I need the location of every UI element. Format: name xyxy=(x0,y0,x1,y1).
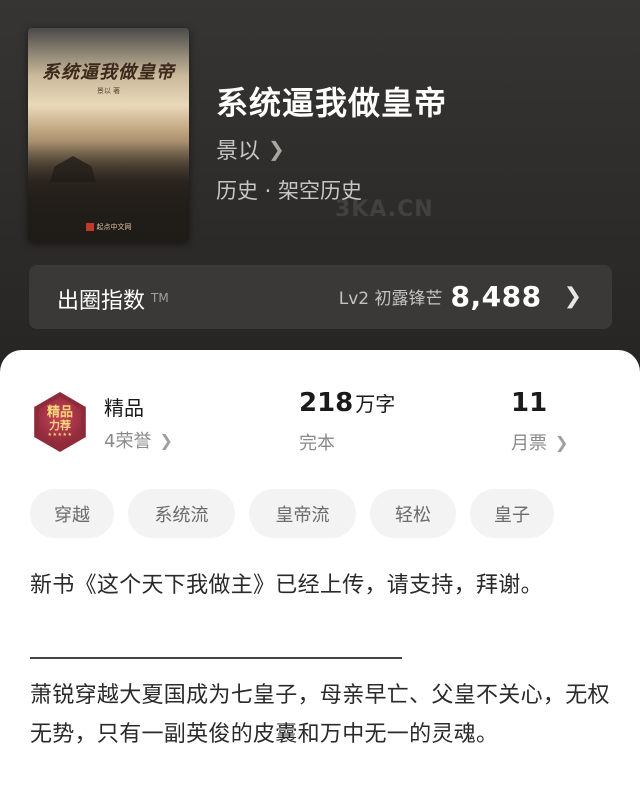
quality-title: 精品 xyxy=(104,396,144,420)
quality-badge-icon[interactable]: 精品 力荐 ★★★★★ xyxy=(34,392,86,452)
monthly-votes-count: 11 xyxy=(511,388,548,418)
chevron-right-icon: ❯ xyxy=(268,137,285,161)
author-name: 景以 xyxy=(216,139,261,164)
badge-line1: 精品 xyxy=(46,405,73,421)
tag-chip[interactable]: 系统流 xyxy=(128,489,235,538)
tag-chip[interactable]: 皇子 xyxy=(470,489,554,538)
badge-inner: 精品 力荐 ★★★★★ xyxy=(38,397,82,447)
badge-stars-icon: ★★★★★ xyxy=(47,431,73,438)
popularity-index-bar[interactable]: 出圈指数 TM Lv2 初露锋芒 8,488 ❯ xyxy=(29,265,612,329)
chevron-right-icon: ❯ xyxy=(563,284,582,309)
index-value-group: Lv2 初露锋芒 8,488 ❯ xyxy=(339,280,582,313)
book-cover[interactable]: 系统逼我做皇帝 景以 著 起点中文网 xyxy=(28,28,189,242)
tag-chip[interactable]: 皇帝流 xyxy=(249,489,356,538)
book-status: 完本 xyxy=(299,433,335,454)
cover-publisher: 起点中文网 xyxy=(28,222,189,232)
index-label-wrap: 出圈指数 TM xyxy=(57,283,169,315)
index-label: 出圈指数 xyxy=(57,289,146,314)
honors-link[interactable]: 4荣誉 ❯ xyxy=(104,427,173,453)
word-count-group: 218 万字 xyxy=(299,388,395,418)
new-book-notice: 新书《这个天下我做主》已经上传，请支持，拜谢。 xyxy=(30,573,543,598)
index-level: Lv2 初露锋芒 xyxy=(338,289,443,309)
book-title: 系统逼我做皇帝 xyxy=(216,84,448,122)
monthly-votes-label: 月票 xyxy=(511,433,547,454)
book-synopsis: 萧锐穿越大夏国成为七皇子，母亲早亡、父皇不关心，无权无势，只有一副英俊的皮囊和万… xyxy=(30,683,610,747)
watermark: 3KA.CN xyxy=(335,197,434,222)
cover-title: 系统逼我做皇帝 xyxy=(42,62,175,83)
book-detail-panel: 精品 力荐 ★★★★★ 精品 4荣誉 ❯ 218 万字 完本 11 月票 ❯ 穿越… xyxy=(0,350,640,796)
chevron-right-icon: ❯ xyxy=(159,430,173,450)
chevron-right-icon: ❯ xyxy=(555,432,569,452)
honors-count: 4荣誉 xyxy=(104,431,152,452)
cover-author: 景以 著 xyxy=(96,87,121,95)
tag-chip[interactable]: 穿越 xyxy=(30,489,114,538)
badge-line2: 力荐 xyxy=(49,418,71,432)
intro-divider xyxy=(30,657,402,659)
author-link[interactable]: 景以 ❯ xyxy=(216,133,285,165)
word-unit: 万字 xyxy=(355,392,396,416)
tag-chip[interactable]: 轻松 xyxy=(370,489,456,538)
book-header: 系统逼我做皇帝 景以 著 起点中文网 系统逼我做皇帝 景以 ❯ 历史 · 架空历… xyxy=(0,0,640,380)
trademark-mark: TM xyxy=(151,291,169,305)
word-count: 218 xyxy=(299,388,354,418)
monthly-votes-link[interactable]: 月票 ❯ xyxy=(511,429,568,455)
index-score: 8,488 xyxy=(450,280,542,313)
